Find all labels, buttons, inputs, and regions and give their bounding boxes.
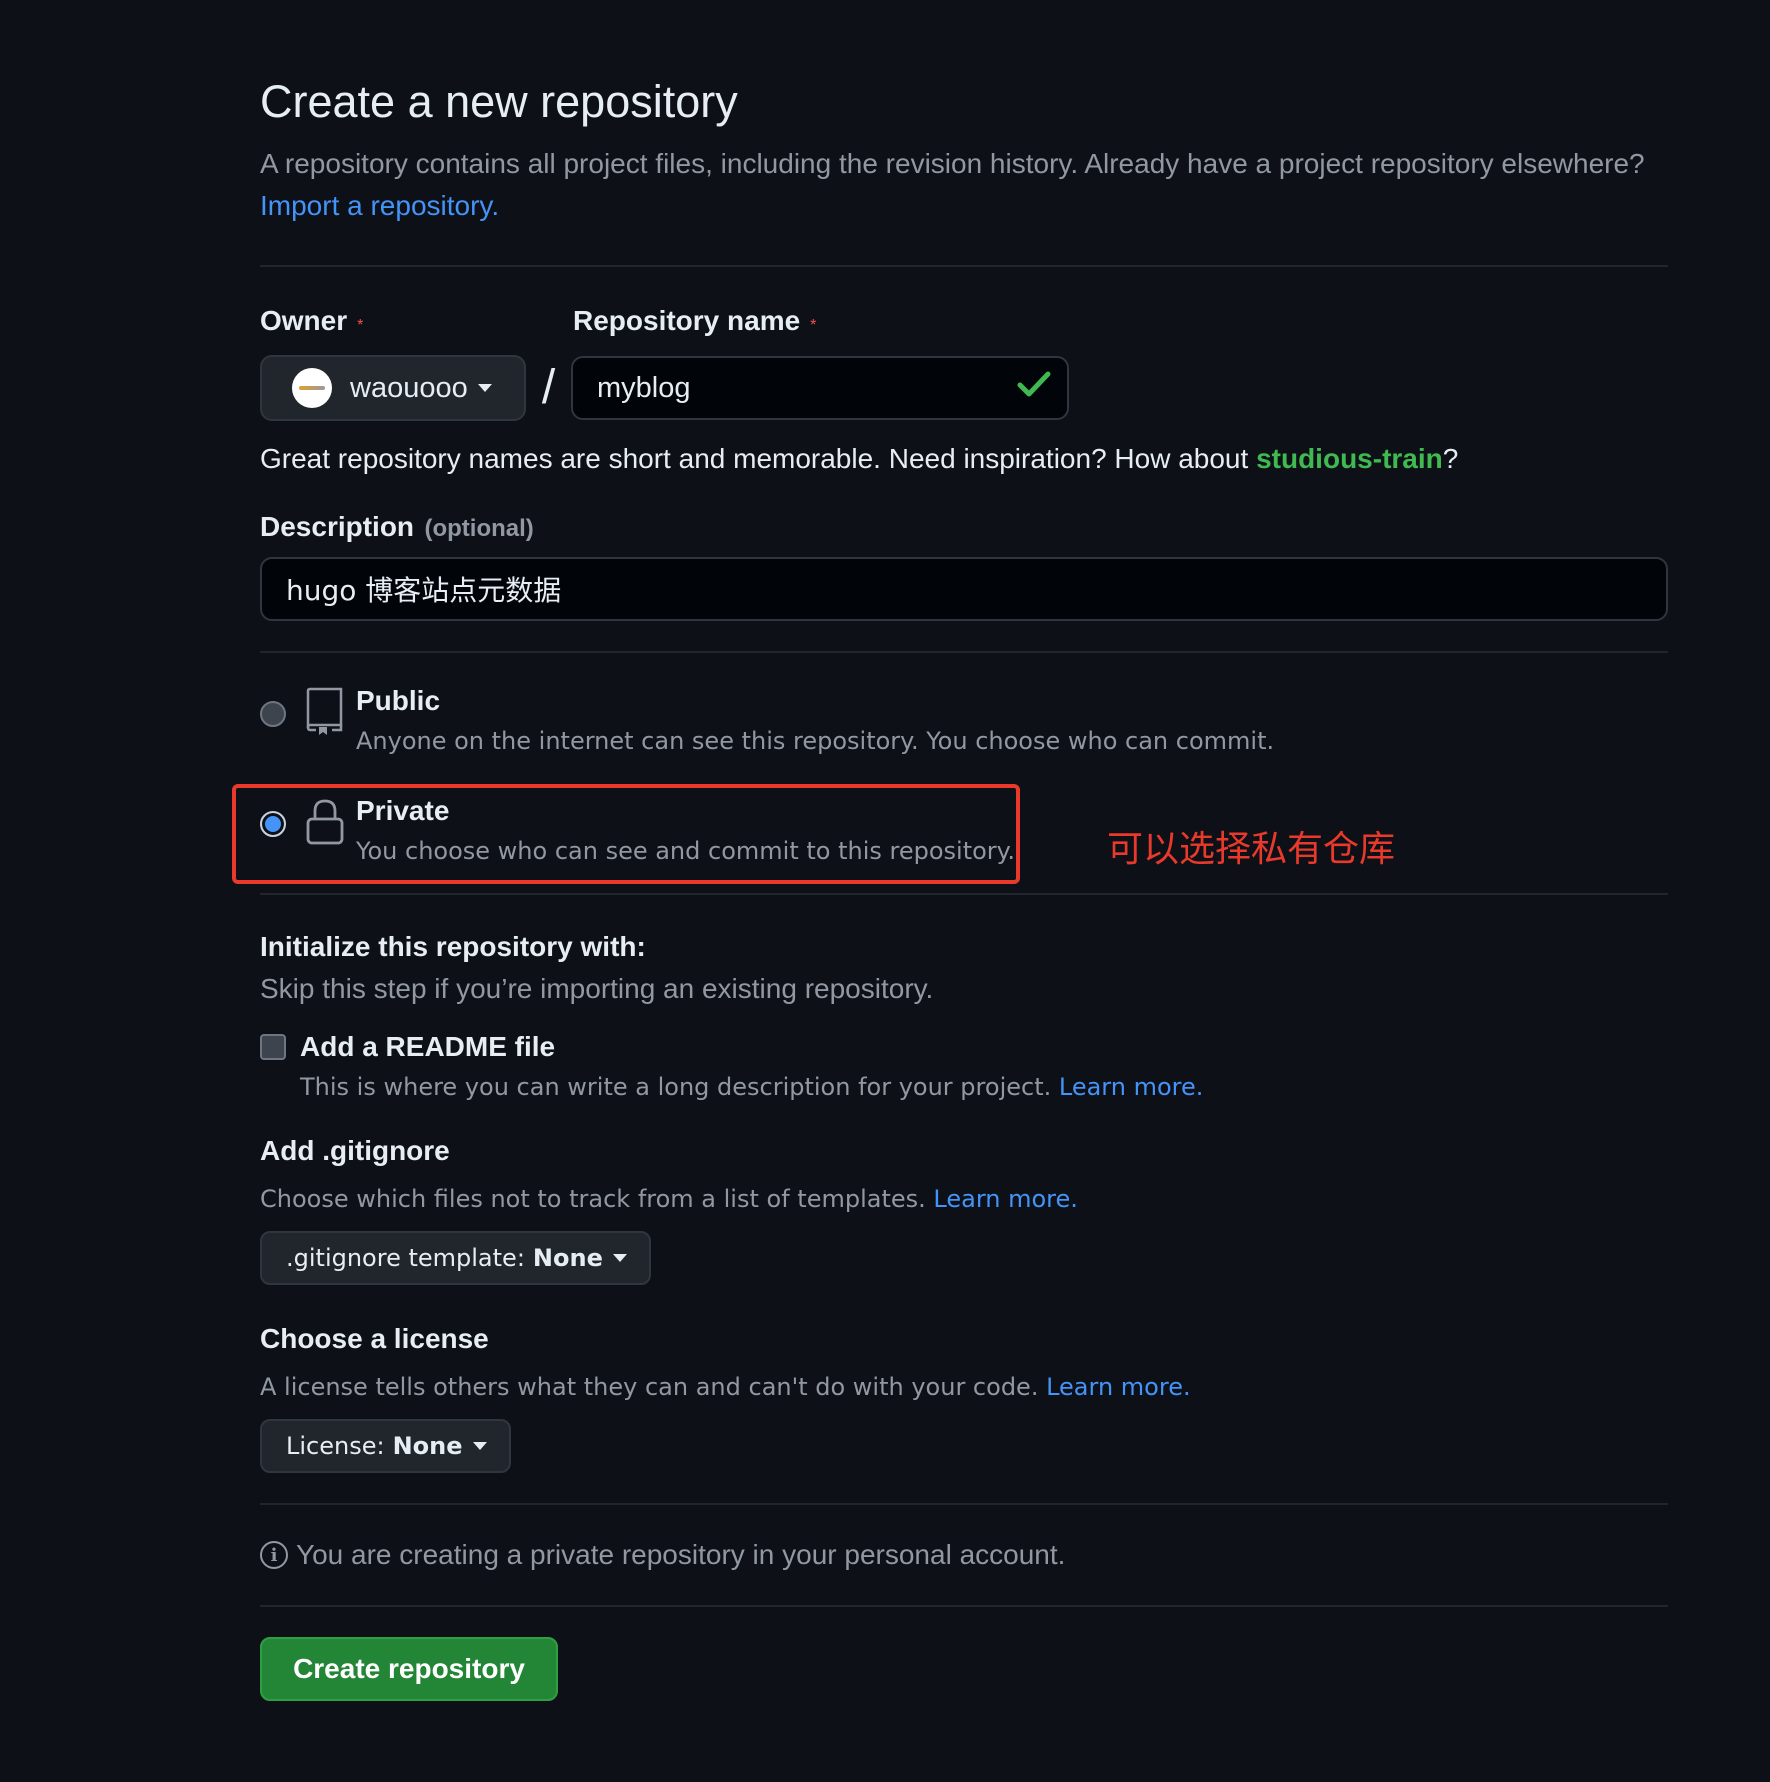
- repo-name-label: Repository name: [573, 305, 801, 336]
- hint-end: ?: [1442, 443, 1459, 474]
- chevron-down-icon: [477, 384, 492, 392]
- owner-label-wrap: Owner *: [260, 305, 573, 337]
- description-input[interactable]: hugo 博客站点元数据: [260, 557, 1668, 621]
- name-suggestion[interactable]: studious-train: [1256, 443, 1443, 474]
- visibility-private-option[interactable]: Private You choose who can see and commi…: [232, 784, 1668, 884]
- required-asterisk: *: [357, 317, 364, 334]
- private-info-notice: i You are creating a private repository …: [260, 1539, 1668, 1571]
- lock-icon: [306, 799, 344, 845]
- description-label-wrap: Description (optional): [260, 511, 1668, 543]
- owner-label: Owner: [260, 305, 348, 336]
- public-title: Public: [356, 685, 441, 716]
- readme-checkbox[interactable]: [260, 1034, 286, 1060]
- owner-repo-labels: Owner * Repository name *: [260, 305, 1668, 337]
- public-radio[interactable]: [260, 701, 286, 727]
- private-title: Private: [356, 795, 450, 826]
- divider: [260, 1605, 1668, 1607]
- annotation-text: 可以选择私有仓库: [1107, 829, 1396, 870]
- owner-name: waouooo: [350, 371, 468, 404]
- license-dropdown[interactable]: License: None: [260, 1419, 511, 1473]
- description-value: hugo 博客站点元数据: [286, 574, 562, 607]
- license-title: Choose a license: [260, 1323, 489, 1354]
- info-icon: i: [260, 1541, 288, 1569]
- readme-label: Add a README file: [300, 1031, 556, 1062]
- owner-dropdown[interactable]: waouooo: [260, 355, 526, 421]
- avatar: [292, 368, 332, 408]
- init-title: Initialize this repository with:: [260, 931, 646, 962]
- private-description: You choose who can see and commit to thi…: [356, 837, 1016, 865]
- repo-label-wrap: Repository name *: [573, 305, 816, 337]
- public-text: Public Anyone on the internet can see th…: [356, 685, 1274, 755]
- public-description: Anyone on the internet can see this repo…: [356, 727, 1275, 755]
- optional-tag: (optional): [424, 515, 534, 542]
- check-icon: [1017, 369, 1051, 407]
- page-subtitle: A repository contains all project files,…: [260, 143, 1668, 227]
- repo-name-hint: Great repository names are short and mem…: [260, 443, 1668, 475]
- init-subtitle: Skip this step if you’re importing an ex…: [260, 973, 934, 1004]
- license-learn-more-link[interactable]: Learn more.: [1046, 1373, 1191, 1401]
- new-repo-form: Create a new repository A repository con…: [232, 60, 1668, 1701]
- chevron-down-icon: [612, 1254, 627, 1262]
- repo-name-value: myblog: [597, 371, 691, 404]
- gitignore-title: Add .gitignore: [260, 1135, 450, 1166]
- repo-name-input[interactable]: myblog: [571, 356, 1069, 420]
- readme-description: This is where you can write a long descr…: [300, 1073, 1668, 1101]
- visibility-public-option[interactable]: Public Anyone on the internet can see th…: [260, 685, 1668, 755]
- gitignore-description: Choose which files not to track from a l…: [260, 1185, 1668, 1213]
- owner-repo-separator: /: [541, 361, 556, 414]
- import-repository-link[interactable]: Import a repository.: [260, 190, 499, 221]
- gitignore-desc-text: Choose which files not to track from a l…: [260, 1185, 926, 1213]
- required-asterisk: *: [810, 317, 817, 334]
- chevron-down-icon: [472, 1442, 487, 1450]
- readme-learn-more-link[interactable]: Learn more.: [1059, 1073, 1204, 1101]
- divider: [260, 1503, 1668, 1505]
- create-repository-button[interactable]: Create repository: [260, 1637, 558, 1701]
- license-select-value: None: [392, 1432, 463, 1460]
- repo-icon: [306, 687, 343, 735]
- private-radio[interactable]: [260, 811, 286, 837]
- gitignore-learn-more-link[interactable]: Learn more.: [933, 1185, 1078, 1213]
- private-text: Private You choose who can see and commi…: [356, 795, 1015, 865]
- readme-option[interactable]: Add a README file: [260, 1031, 1668, 1063]
- license-desc-text: A license tells others what they can and…: [260, 1373, 1039, 1401]
- owner-repo-row: waouooo / myblog: [260, 337, 1668, 421]
- readme-desc-text: This is where you can write a long descr…: [300, 1073, 1052, 1101]
- gitignore-select-value: None: [532, 1244, 603, 1272]
- divider: [260, 893, 1668, 895]
- page-title: Create a new repository: [260, 76, 738, 127]
- divider: [260, 265, 1668, 267]
- subtitle-text: A repository contains all project files,…: [260, 148, 1645, 179]
- avatar-logo: [299, 386, 325, 390]
- gitignore-select-label: .gitignore template:: [286, 1244, 525, 1272]
- license-select-label: License:: [286, 1432, 385, 1460]
- hint-text: Great repository names are short and mem…: [260, 443, 1257, 474]
- divider: [260, 651, 1668, 653]
- license-description: A license tells others what they can and…: [260, 1373, 1668, 1401]
- info-text: You are creating a private repository in…: [296, 1539, 1066, 1570]
- description-label: Description: [260, 511, 415, 542]
- gitignore-template-dropdown[interactable]: .gitignore template: None: [260, 1231, 651, 1285]
